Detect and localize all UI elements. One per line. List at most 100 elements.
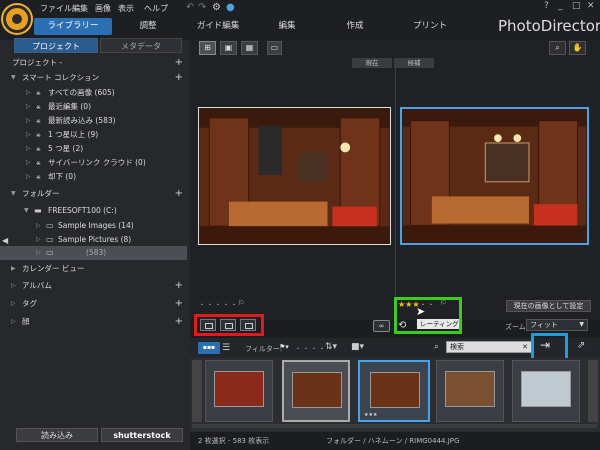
filter-stars[interactable]: ・・・・: [295, 344, 327, 353]
close-button[interactable]: ✕: [587, 1, 595, 11]
compare-view-icon[interactable]: ⊞: [199, 41, 216, 55]
loupe-view-icon[interactable]: ▣: [220, 41, 237, 55]
cloud-icon[interactable]: ●: [226, 2, 235, 13]
menu-help[interactable]: ヘルプ: [144, 3, 168, 14]
tab-project[interactable]: プロジェクト: [14, 38, 98, 53]
tag-row[interactable]: ▷ タグ +: [0, 297, 187, 311]
smart-item-label: すべての画像 (605): [48, 88, 115, 97]
filmstrip-view-icon[interactable]: ▪▪▪: [198, 342, 220, 354]
app-logo-icon: [3, 5, 31, 33]
expand-arrow-icon: ▷: [36, 249, 41, 256]
collection-icon: ⚹: [36, 144, 41, 153]
smart-collection-label: スマート コレクション: [22, 73, 100, 82]
add-folder-icon[interactable]: +: [175, 187, 183, 201]
thumbnail-image: [370, 372, 420, 408]
smart-item-five-star[interactable]: ▷ ⚹ 5 つ星 (2): [0, 142, 187, 156]
menu-image[interactable]: 画像: [95, 3, 111, 14]
add-album-icon[interactable]: +: [175, 279, 183, 293]
label-color-icon[interactable]: ■▾: [351, 342, 364, 352]
rating-dots-left[interactable]: ・・・・・: [199, 300, 239, 309]
smart-item-one-star[interactable]: ▷ ⚹ 1 つ星以上 (9): [0, 128, 187, 142]
calendar-row[interactable]: ▶ カレンダー ビュー: [0, 262, 187, 276]
add-face-icon[interactable]: +: [175, 315, 183, 329]
face-row[interactable]: ▷ 顔 +: [0, 315, 187, 329]
zoom-select[interactable]: フィット ▼: [526, 319, 588, 331]
expand-arrow-icon: ▷: [36, 222, 41, 229]
smart-collection-row[interactable]: ▼ スマート コレクション +: [0, 71, 187, 85]
candidate-photo[interactable]: [400, 107, 589, 245]
expand-arrow-icon[interactable]: ▷: [11, 297, 16, 311]
list-view-icon[interactable]: ☰: [222, 342, 236, 354]
album-row[interactable]: ▷ アルバム +: [0, 279, 187, 293]
add-project-icon[interactable]: +: [175, 56, 183, 70]
link-icon[interactable]: ∞: [373, 320, 390, 332]
set-as-current-button[interactable]: 現在の画像として設定: [506, 300, 591, 312]
maximize-button[interactable]: □: [572, 1, 581, 11]
redo-icon[interactable]: ↷: [198, 2, 206, 13]
sort-icon[interactable]: ⇅▾: [325, 342, 337, 352]
flag-icon[interactable]: ⚐: [238, 299, 244, 307]
search-icon[interactable]: ⌕: [549, 41, 566, 55]
tab-create[interactable]: 作成: [340, 18, 370, 35]
project-row[interactable]: プロジェクト - +: [0, 56, 187, 70]
thumbnail-3[interactable]: ★★★: [358, 360, 430, 422]
add-tag-icon[interactable]: +: [175, 297, 183, 311]
collapse-arrow-icon[interactable]: ▼: [24, 204, 29, 218]
import-button[interactable]: 読み込み: [16, 428, 98, 442]
menu-view[interactable]: 表示: [118, 3, 134, 14]
expand-arrow-icon[interactable]: ▷: [11, 315, 16, 329]
current-photo[interactable]: [198, 107, 391, 245]
drive-row[interactable]: ▼ ▬ FREESOFT100 (C:): [0, 204, 187, 218]
expand-arrow-icon[interactable]: ▷: [11, 279, 16, 293]
folder-sample-images[interactable]: ▷ ▭ Sample Images (14): [0, 219, 187, 233]
smart-item-recent-edit[interactable]: ▷ ⚹ 最近編集 (0): [0, 100, 187, 114]
thumbnail-5[interactable]: [512, 360, 580, 422]
clear-icon[interactable]: ✕: [522, 342, 528, 352]
grid-view-icon[interactable]: ▦: [241, 41, 258, 55]
shutterstock-button[interactable]: shutterstock: [101, 428, 183, 442]
add-smart-collection-icon[interactable]: +: [175, 71, 183, 85]
thumbnail-4[interactable]: [436, 360, 504, 422]
filmstrip-scrollbar[interactable]: [192, 424, 597, 428]
project-label: プロジェクト -: [12, 58, 63, 67]
filter-flag-icon[interactable]: ⚑▾: [279, 343, 289, 351]
search-input[interactable]: 検索 ✕: [446, 341, 532, 353]
help-button[interactable]: ?: [544, 1, 549, 11]
folder-selected[interactable]: ▷ ▭ (583): [0, 246, 187, 260]
minimize-button[interactable]: _: [558, 1, 563, 11]
folder-sample-pictures[interactable]: ▷ ▭ Sample Pictures (8): [0, 233, 187, 247]
smart-item-rejected[interactable]: ▷ ⚹ 却下 (0): [0, 170, 187, 184]
label-candidate: 候補: [394, 58, 434, 68]
tab-adjust[interactable]: 調整: [128, 18, 168, 35]
folder-row[interactable]: ▼ フォルダー +: [0, 187, 187, 201]
drive-label: FREESOFT100 (C:): [48, 206, 117, 215]
smart-item-latest-import[interactable]: ▷ ⚹ 最新読み込み (583): [0, 114, 187, 128]
second-monitor-icon[interactable]: ▭: [267, 41, 282, 55]
expand-arrow-icon: ▷: [26, 103, 31, 110]
thumb-partial[interactable]: [588, 360, 598, 422]
tab-edit[interactable]: 編集: [272, 18, 302, 35]
expand-arrow-icon[interactable]: ▶: [11, 262, 16, 276]
open-external-icon[interactable]: ⇗: [577, 340, 585, 351]
tab-guided-edit[interactable]: ガイド編集: [188, 18, 248, 35]
expand-arrow-icon: ▷: [26, 117, 31, 124]
tab-library[interactable]: ライブラリー: [34, 18, 112, 35]
menu-edit[interactable]: 編集: [72, 3, 88, 14]
smart-item-all[interactable]: ▷ ⚹ すべての画像 (605): [0, 86, 187, 100]
settings-gear-icon[interactable]: ⚙: [212, 2, 221, 13]
tab-print[interactable]: プリント: [410, 18, 450, 35]
highlight-green-box: [394, 297, 462, 334]
thumbnail-1[interactable]: [205, 360, 273, 422]
menu-file[interactable]: ファイル: [40, 3, 72, 14]
thumb-partial[interactable]: [192, 360, 202, 422]
smart-item-cloud[interactable]: ▷ ⚹ サイバーリンク クラウド (0): [0, 156, 187, 170]
collapse-arrow-icon[interactable]: ▼: [11, 71, 16, 85]
expand-arrow-icon: ▷: [26, 173, 31, 180]
tab-metadata[interactable]: メタデータ: [100, 38, 182, 53]
calendar-label: カレンダー ビュー: [22, 264, 85, 273]
collapse-arrow-icon[interactable]: ▼: [11, 187, 16, 201]
hand-tool-icon[interactable]: ✋: [569, 41, 586, 55]
undo-icon[interactable]: ↶: [186, 2, 194, 13]
panel-collapse-icon[interactable]: ◀: [2, 236, 8, 245]
thumbnail-2[interactable]: [282, 360, 350, 422]
